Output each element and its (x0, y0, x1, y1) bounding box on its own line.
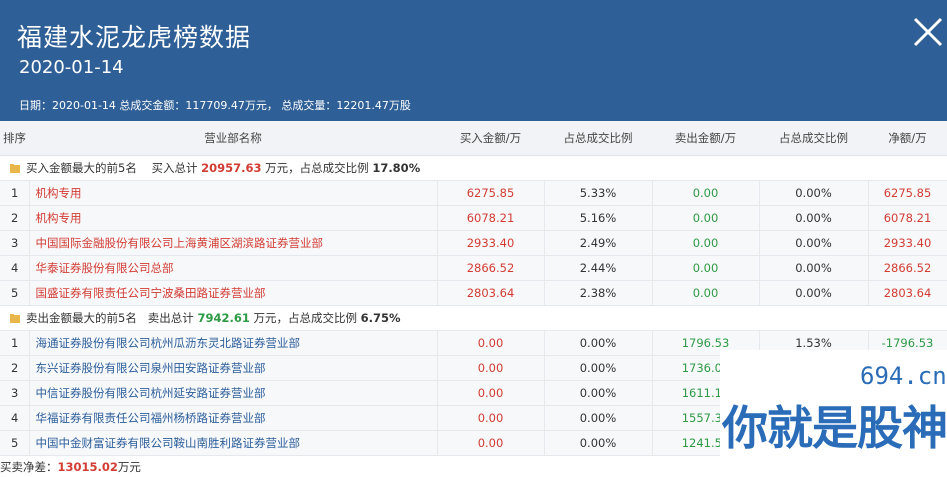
buy-ratio-cell: 2.44% (544, 255, 653, 281)
net-amount-cell: 6078.21 (868, 205, 947, 231)
buy-section-row: 买入金额最大的前5名 买入总计 20957.63 万元，占总成交比例 17.80… (0, 155, 947, 181)
net-amount-cell: 2866.52 (868, 255, 947, 281)
rank-cell: 4 (0, 255, 30, 281)
table-row: 1 机构专用 6275.85 5.33% 0.00 0.00% 6275.85 (0, 180, 947, 206)
buy-amount-cell: 0.00 (437, 405, 545, 431)
page-title: 福建水泥龙虎榜数据 (17, 23, 252, 52)
sell-amount-cell: 0.00 (652, 180, 760, 206)
net-difference: 买卖净差：13015.02万元 (0, 459, 141, 475)
dialog-header: 福建水泥龙虎榜数据 2020-01-14 日期：2020-01-14 总成交金额… (0, 0, 947, 121)
watermark-slogan: 你就是股神 (722, 401, 947, 455)
rank-cell: 2 (0, 355, 30, 381)
sell-total-prefix: 卖出总计 (147, 311, 194, 325)
sell-section-label: 卖出金额最大的前5名 (26, 311, 137, 325)
buy-ratio-cell: 0.00% (544, 330, 653, 356)
buy-ratio-cell: 0.00% (544, 355, 653, 381)
sell-amount-cell: 0.00 (652, 205, 760, 231)
table-row: 4 华泰证券股份有限公司总部 2866.52 2.44% 0.00 0.00% 2866.5… (0, 255, 947, 281)
sell-total-value: 7942.61 (197, 311, 250, 325)
col-sell-amount[interactable]: 卖出金额/万 (652, 121, 759, 156)
close-icon (913, 17, 943, 47)
buy-amount-cell: 6078.21 (437, 205, 545, 231)
buy-ratio-cell: 0.00% (544, 380, 653, 406)
rank-cell: 2 (0, 205, 30, 231)
table-row: 5 国盛证券有限责任公司宁波桑田路证券营业部 2803.64 2.38% 0.00 0.0… (0, 280, 947, 306)
broker-name-link[interactable]: 中国国际金融股份有限公司上海黄浦区湖滨路证券营业部 (29, 230, 438, 256)
buy-ratio-cell: 2.49% (544, 230, 653, 256)
net-amount-cell: 2803.64 (868, 280, 947, 306)
broker-name-link[interactable]: 海通证券股份有限公司杭州瓜沥东灵北路证券营业部 (29, 330, 438, 356)
net-diff-label: 买卖净差： (0, 460, 58, 474)
buy-amount-cell: 0.00 (437, 430, 545, 456)
trade-summary: 日期：2020-01-14 总成交金额：117709.47万元， 总成交量：12… (19, 99, 411, 112)
rank-cell: 5 (0, 430, 30, 456)
buy-ratio-cell: 5.16% (544, 205, 653, 231)
sell-section-cell: 卖出金额最大的前5名 卖出总计 7942.61 万元，占总成交比例 6.75% (0, 305, 947, 331)
buy-ratio-cell: 5.33% (544, 180, 653, 206)
broker-name-link[interactable]: 机构专用 (29, 205, 438, 231)
net-diff-value: 13015.02 (57, 460, 118, 474)
rank-cell: 4 (0, 405, 30, 431)
net-amount-cell: 2933.40 (868, 230, 947, 256)
table-row: 3 中国国际金融股份有限公司上海黄浦区湖滨路证券营业部 2933.40 2.49% 0.… (0, 230, 947, 256)
rank-cell: 3 (0, 230, 30, 256)
folder-icon (10, 164, 20, 173)
col-rank[interactable]: 排序 (0, 121, 29, 156)
buy-ratio-cell: 2.38% (544, 280, 653, 306)
sell-ratio-cell: 0.00% (759, 255, 869, 281)
sell-ratio-cell: 0.00% (759, 205, 869, 231)
buy-total-ratio: 17.80% (372, 161, 421, 175)
buy-section-cell: 买入金额最大的前5名 买入总计 20957.63 万元，占总成交比例 17.80… (0, 155, 947, 181)
rank-cell: 3 (0, 380, 30, 406)
buy-amount-cell: 0.00 (437, 355, 545, 381)
sell-total-ratio: 6.75% (360, 311, 401, 325)
table-header-row: 排序 营业部名称 买入金额/万 占总成交比例 卖出金额/万 占总成交比例 净额/… (0, 121, 947, 156)
sell-ratio-cell: 0.00% (759, 230, 869, 256)
broker-name-link[interactable]: 东兴证券股份有限公司泉州田安路证券营业部 (29, 355, 438, 381)
folder-icon (10, 314, 20, 323)
buy-ratio-cell: 0.00% (544, 430, 653, 456)
watermark-domain: 694.cn (860, 362, 947, 390)
net-amount-cell: 6275.85 (868, 180, 947, 206)
sell-amount-cell: 0.00 (652, 280, 760, 306)
table-row: 2 机构专用 6078.21 5.16% 0.00 0.00% 6078.21 (0, 205, 947, 231)
col-buy-ratio[interactable]: 占总成交比例 (544, 121, 652, 156)
broker-name-link[interactable]: 中国中金财富证券有限公司鞍山南胜利路证券营业部 (29, 430, 438, 456)
rank-cell: 5 (0, 280, 30, 306)
sell-ratio-cell: 0.00% (759, 180, 869, 206)
broker-name-link[interactable]: 中信证券股份有限公司杭州延安路证券营业部 (29, 380, 438, 406)
buy-amount-cell: 6275.85 (437, 180, 545, 206)
buy-total-unit: 万元，占总成交比例 (265, 161, 369, 175)
broker-name-link[interactable]: 华泰证券股份有限公司总部 (29, 255, 438, 281)
broker-name-link[interactable]: 华福证券有限责任公司福州杨桥路证券营业部 (29, 405, 438, 431)
rank-cell: 1 (0, 330, 30, 356)
buy-amount-cell: 2866.52 (437, 255, 545, 281)
col-net[interactable]: 净额/万 (868, 121, 947, 156)
buy-amount-cell: 0.00 (437, 380, 545, 406)
buy-section-label: 买入金额最大的前5名 (26, 161, 137, 175)
sell-amount-cell: 0.00 (652, 230, 760, 256)
sell-total-unit: 万元，占总成交比例 (253, 311, 358, 325)
net-diff-unit: 万元 (117, 460, 141, 474)
col-broker[interactable]: 营业部名称 (29, 121, 437, 156)
sell-ratio-cell: 0.00% (759, 280, 869, 306)
sell-section-row: 卖出金额最大的前5名 卖出总计 7942.61 万元，占总成交比例 6.75% (0, 305, 947, 331)
buy-ratio-cell: 0.00% (544, 405, 653, 431)
buy-amount-cell: 0.00 (437, 330, 545, 356)
broker-name-link[interactable]: 机构专用 (29, 180, 438, 206)
buy-amount-cell: 2933.40 (437, 230, 545, 256)
col-sell-ratio[interactable]: 占总成交比例 (759, 121, 868, 156)
buy-total-value: 20957.63 (201, 161, 262, 175)
buy-total-prefix: 买入总计 (151, 161, 198, 175)
rank-cell: 1 (0, 180, 30, 206)
broker-name-link[interactable]: 国盛证券有限责任公司宁波桑田路证券营业部 (29, 280, 438, 306)
col-buy-amount[interactable]: 买入金额/万 (437, 121, 544, 156)
close-button[interactable] (912, 16, 944, 48)
sell-amount-cell: 0.00 (652, 255, 760, 281)
page-date: 2020-01-14 (19, 57, 124, 78)
buy-amount-cell: 2803.64 (437, 280, 545, 306)
